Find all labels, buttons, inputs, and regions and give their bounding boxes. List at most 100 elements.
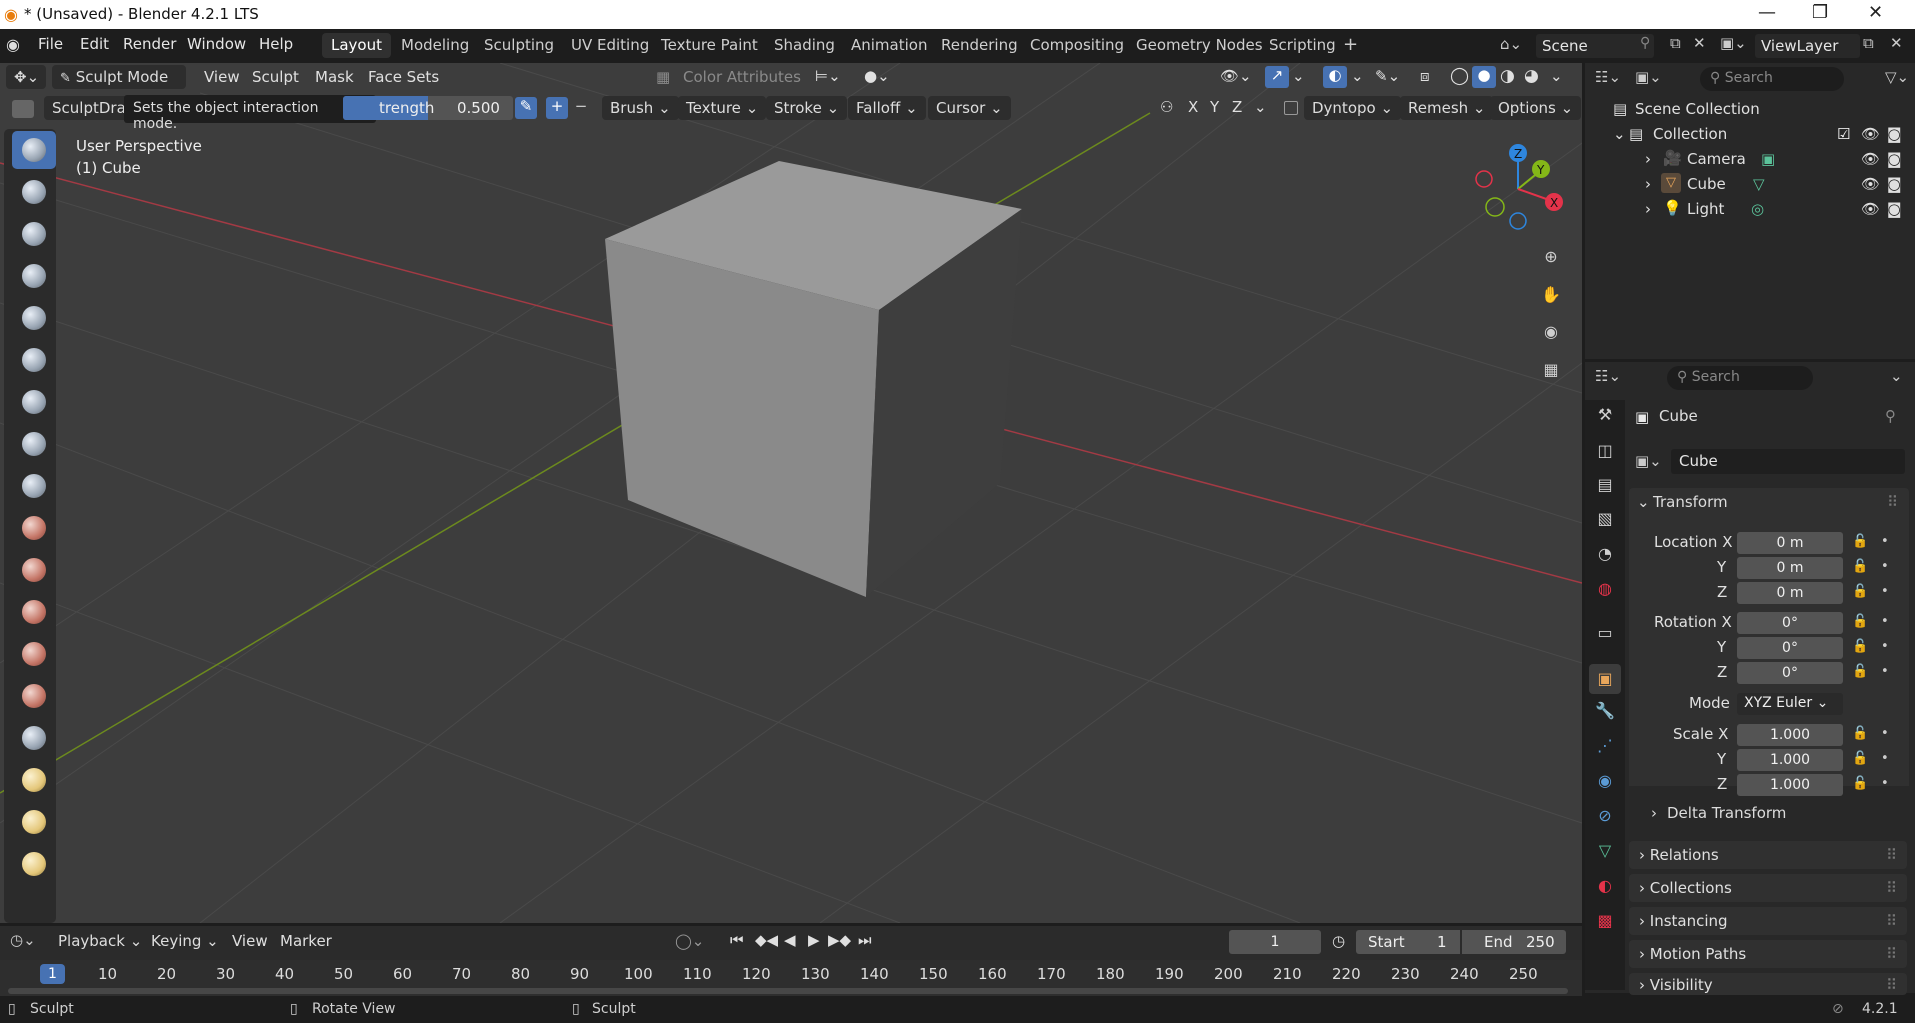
lock-icon[interactable]: 🔓 bbox=[1852, 776, 1868, 791]
cursor-menu[interactable]: Cursor ⌄ bbox=[928, 96, 1011, 120]
scene-name-field[interactable]: Scene bbox=[1536, 34, 1654, 58]
jump-start-icon[interactable]: ⏮ bbox=[730, 931, 744, 949]
camera-view-icon[interactable]: ◉ bbox=[1540, 321, 1562, 343]
crease-tool[interactable] bbox=[12, 467, 56, 505]
render-camera-icon[interactable]: ◙ bbox=[1887, 175, 1902, 193]
lock-icon[interactable]: 🔓 bbox=[1852, 559, 1868, 574]
outliner-item-light[interactable]: › 💡 Light ◎ 👁 ◙ bbox=[1585, 197, 1915, 222]
visibility-panel[interactable]: › Visibility ⠿ bbox=[1629, 973, 1907, 995]
timeline-marker-menu[interactable]: Marker bbox=[280, 932, 332, 950]
expand-chevron-icon[interactable]: › bbox=[1645, 175, 1651, 193]
eye-icon[interactable]: 👁 bbox=[1861, 150, 1880, 168]
lock-icon[interactable]: 🔓 bbox=[1852, 534, 1868, 549]
navigation-gizmo[interactable]: Z Y X bbox=[1468, 139, 1578, 239]
jump-next-keyframe-icon[interactable]: ▶◆ bbox=[828, 931, 851, 949]
tab-sculpting[interactable]: Sculpting bbox=[475, 33, 563, 58]
outliner-search[interactable]: ⚲ Search bbox=[1700, 67, 1844, 91]
lock-icon[interactable]: 🔓 bbox=[1852, 751, 1868, 766]
keyframe-dot-icon[interactable]: • bbox=[1881, 776, 1889, 791]
zoom-icon[interactable]: ⊕ bbox=[1540, 246, 1562, 268]
new-view-layer-icon[interactable]: ⧉ bbox=[1863, 34, 1874, 52]
keyframe-dot-icon[interactable]: • bbox=[1881, 614, 1889, 629]
drag-handle-icon[interactable]: ⠿ bbox=[1886, 945, 1897, 963]
lock-icon[interactable]: 🔓 bbox=[1852, 614, 1868, 629]
drag-handle-icon[interactable]: ⠿ bbox=[1886, 912, 1897, 930]
tab-modeling[interactable]: Modeling bbox=[392, 33, 478, 58]
rendered-shading-icon[interactable]: ◕ bbox=[1524, 66, 1539, 86]
material-shading-icon[interactable]: ◑ bbox=[1500, 66, 1515, 86]
clay-tool[interactable] bbox=[12, 215, 56, 253]
new-scene-icon[interactable]: ⧉ bbox=[1670, 34, 1681, 52]
pinch-tool[interactable] bbox=[12, 719, 56, 757]
chevron-down-icon[interactable]: ⌄ bbox=[1254, 98, 1267, 116]
outliner-collection[interactable]: ⌄ ▤ Collection ☑ 👁 ◙ bbox=[1585, 122, 1915, 147]
tab-rendering[interactable]: Rendering bbox=[932, 33, 1027, 58]
clay-thumb-tool[interactable] bbox=[12, 299, 56, 337]
data-tab-icon[interactable]: ▽ bbox=[1594, 840, 1616, 862]
outliner-editor-type-icon[interactable]: ☷⌄ bbox=[1595, 68, 1621, 86]
eye-icon[interactable]: 👁 bbox=[1861, 125, 1880, 143]
timeline-playback-menu[interactable]: Playback ⌄ bbox=[50, 929, 150, 953]
gizmo-toggle-icon[interactable]: ↗ bbox=[1265, 66, 1289, 88]
tab-texture-paint[interactable]: Texture Paint bbox=[652, 33, 767, 58]
timeline-scrollbar[interactable] bbox=[8, 988, 1568, 994]
xray-icon[interactable]: ✎⌄ bbox=[1375, 67, 1400, 85]
pivot-point-icon[interactable]: ●⌄ bbox=[864, 67, 890, 85]
menu-help[interactable]: Help bbox=[259, 35, 293, 53]
tab-animation[interactable]: Animation bbox=[842, 33, 936, 58]
collection-tab-icon[interactable]: ▭ bbox=[1594, 622, 1616, 644]
properties-editor-type-icon[interactable]: ☷⌄ bbox=[1595, 367, 1621, 385]
strength-slider[interactable]: trength 0.500 bbox=[343, 96, 513, 120]
scrape-tool[interactable] bbox=[12, 635, 56, 673]
dyntopo-menu[interactable]: Dyntopo ⌄ bbox=[1304, 96, 1402, 120]
symmetry-y[interactable]: Y bbox=[1210, 98, 1219, 116]
symmetry-x[interactable]: X bbox=[1188, 98, 1198, 116]
ortho-grid-icon[interactable]: ▦ bbox=[1540, 359, 1562, 381]
filter-icon[interactable]: ▽⌄ bbox=[1885, 68, 1909, 86]
brush-name-field[interactable]: SculptDraw bbox=[44, 96, 138, 120]
transform-orientation-icon[interactable]: ⊨⌄ bbox=[815, 67, 841, 85]
render-tab-icon[interactable]: ◫ bbox=[1594, 440, 1616, 462]
remove-view-layer-icon[interactable]: ✕ bbox=[1890, 34, 1903, 52]
editor-type-icon[interactable]: ✥⌄ bbox=[6, 65, 46, 89]
clay-strips-tool[interactable] bbox=[12, 257, 56, 295]
texture-tab-icon[interactable]: ▩ bbox=[1594, 910, 1616, 932]
stroke-menu[interactable]: Stroke ⌄ bbox=[766, 96, 848, 120]
elastic-deform-tool[interactable] bbox=[12, 803, 56, 841]
pressure-toggle-icon[interactable]: ✎ bbox=[515, 97, 537, 119]
xray-toggle-icon[interactable]: ⧈ bbox=[1420, 67, 1430, 85]
visibility-icon[interactable]: 👁⌄ bbox=[1220, 67, 1252, 85]
mesh-data-icon[interactable]: ▽ bbox=[1753, 175, 1765, 193]
tab-scripting[interactable]: Scripting bbox=[1260, 33, 1345, 58]
solid-shading-icon[interactable]: ● bbox=[1472, 66, 1496, 88]
exclude-checkbox-icon[interactable]: ☑ bbox=[1837, 125, 1850, 143]
transform-panel-header[interactable]: ⌄ Transform ⠿ bbox=[1629, 488, 1909, 516]
color-attributes-label[interactable]: Color Attributes bbox=[683, 68, 801, 86]
menu-edit[interactable]: Edit bbox=[80, 35, 109, 53]
preview-range-icon[interactable]: ◷ bbox=[1332, 932, 1345, 950]
smooth-tool[interactable] bbox=[12, 509, 56, 547]
output-tab-icon[interactable]: ▤ bbox=[1594, 474, 1616, 496]
collections-panel[interactable]: › Collections ⠿ bbox=[1629, 874, 1907, 902]
maximize-button[interactable]: ❐ bbox=[1812, 2, 1828, 23]
start-frame-field[interactable]: Start 1 bbox=[1356, 930, 1460, 954]
rotation-x-field[interactable]: 0° bbox=[1737, 612, 1843, 634]
play-reverse-icon[interactable]: ◀ bbox=[784, 931, 796, 949]
end-frame-field[interactable]: End 250 bbox=[1462, 930, 1566, 954]
modifier-tab-icon[interactable]: 🔧 bbox=[1594, 700, 1616, 722]
properties-search[interactable]: ⚲ Search bbox=[1667, 366, 1813, 390]
lock-icon[interactable]: 🔓 bbox=[1852, 639, 1868, 654]
expand-chevron-icon[interactable]: › bbox=[1645, 200, 1651, 218]
draw-sharp-tool[interactable] bbox=[12, 173, 56, 211]
overlay-toggle-icon[interactable]: ◐ bbox=[1323, 66, 1347, 88]
location-z-field[interactable]: 0 m bbox=[1737, 582, 1843, 604]
close-button[interactable]: ✕ bbox=[1868, 2, 1883, 23]
symmetry-z[interactable]: Z bbox=[1232, 98, 1242, 116]
rotation-mode-select[interactable]: XYZ Euler ⌄ bbox=[1737, 693, 1843, 715]
particles-tab-icon[interactable]: ⋰ bbox=[1594, 735, 1616, 757]
render-camera-icon[interactable]: ◙ bbox=[1887, 125, 1902, 143]
outliner-item-cube[interactable]: › ▽ Cube ▽ 👁 ◙ bbox=[1585, 172, 1915, 197]
keyframe-dot-icon[interactable]: • bbox=[1881, 639, 1889, 654]
tab-shading[interactable]: Shading bbox=[765, 33, 844, 58]
view-layer-field[interactable]: ViewLayer bbox=[1755, 34, 1860, 58]
